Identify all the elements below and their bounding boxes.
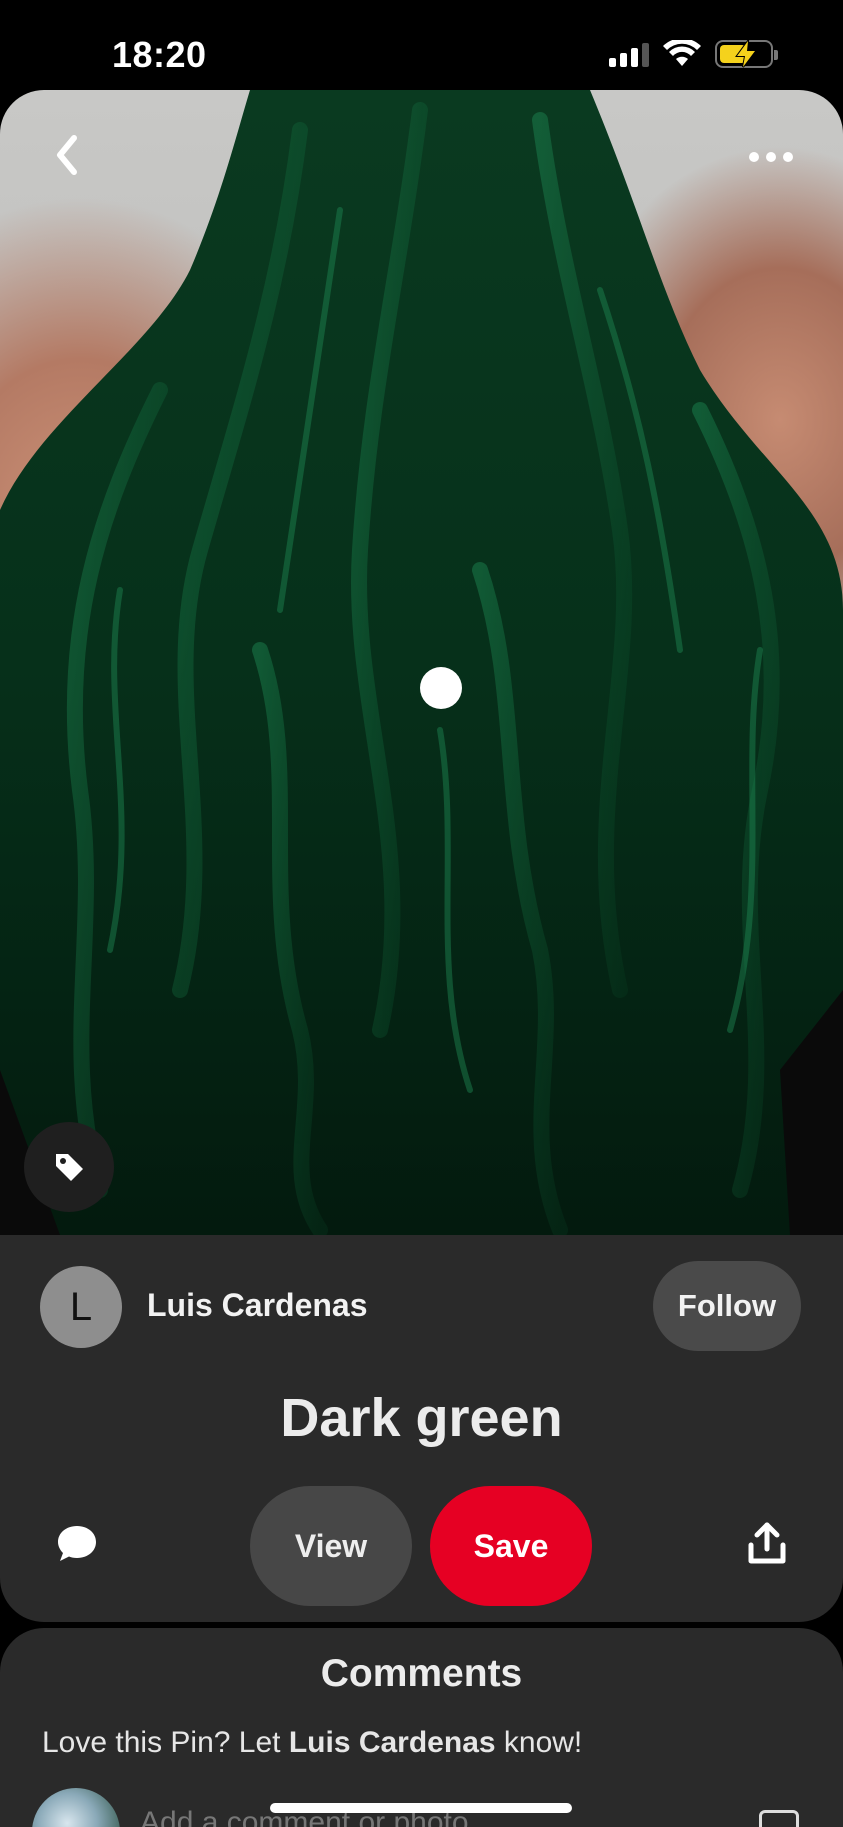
home-indicator bbox=[270, 1803, 572, 1813]
view-button[interactable]: View bbox=[250, 1486, 412, 1606]
status-bar: 18:20 bbox=[0, 0, 843, 90]
current-user-avatar bbox=[32, 1788, 120, 1827]
pin-image[interactable] bbox=[0, 90, 843, 1235]
comments-title: Comments bbox=[320, 1652, 523, 1695]
author-name[interactable]: Luis Cardenas bbox=[147, 1287, 368, 1324]
cellular-signal-icon bbox=[609, 41, 649, 67]
wifi-icon bbox=[663, 40, 701, 66]
carousel-dot-indicator bbox=[420, 667, 462, 709]
author-avatar[interactable]: L bbox=[40, 1266, 122, 1348]
comments-prompt-author: Luis Cardenas bbox=[288, 1726, 496, 1759]
back-chevron-icon[interactable] bbox=[48, 130, 88, 180]
follow-button[interactable]: Follow bbox=[653, 1261, 801, 1351]
comments-prompt-prefix: Love this Pin? Let bbox=[42, 1726, 289, 1759]
hair-photo bbox=[0, 90, 843, 1235]
charging-bolt-icon bbox=[735, 39, 757, 68]
more-options-icon[interactable] bbox=[749, 152, 793, 162]
status-icons bbox=[609, 39, 778, 68]
status-time: 18:20 bbox=[112, 34, 207, 75]
share-icon[interactable] bbox=[747, 1521, 787, 1565]
battery-icon bbox=[715, 39, 778, 68]
comments-prompt: Love this Pin? Let Luis Cardenas know! bbox=[42, 1726, 582, 1760]
save-button[interactable]: Save bbox=[430, 1486, 592, 1606]
comments-prompt-suffix: know! bbox=[495, 1726, 583, 1759]
comments-sheet: Comments Love this Pin? Let Luis Cardena… bbox=[0, 1628, 843, 1827]
tag-icon bbox=[56, 1154, 83, 1181]
pin-title: Dark green bbox=[280, 1388, 563, 1448]
comment-icon[interactable] bbox=[56, 1523, 98, 1565]
pin-info-sheet: L Luis Cardenas Follow Dark green View S… bbox=[0, 1235, 843, 1622]
add-photo-icon[interactable] bbox=[759, 1810, 799, 1827]
tag-button[interactable] bbox=[24, 1122, 114, 1212]
